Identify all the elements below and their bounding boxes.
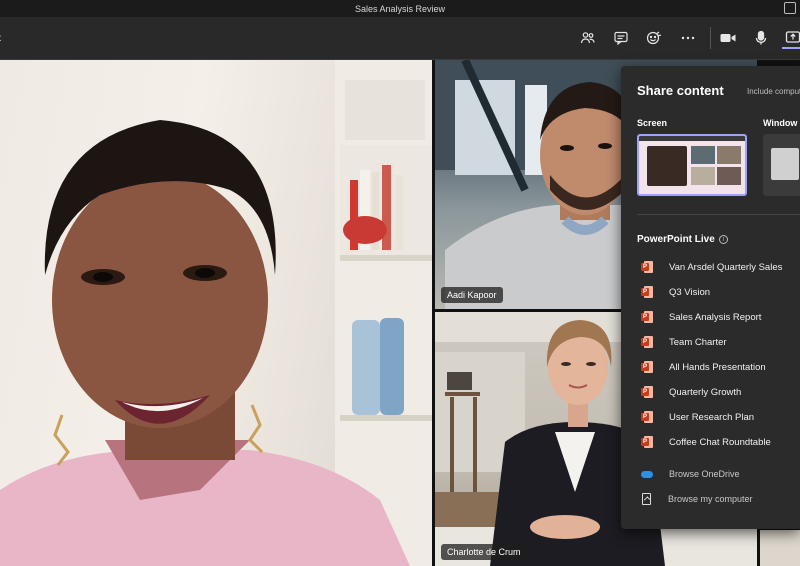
powerpoint-icon: P xyxy=(641,286,653,299)
powerpoint-live-text: PowerPoint Live xyxy=(637,234,715,245)
powerpoint-icon: P xyxy=(641,336,653,349)
powerpoint-file-item[interactable]: P Sales Analysis Report xyxy=(637,305,800,330)
browse-computer-label: Browse my computer xyxy=(668,494,753,504)
screen-thumbnail[interactable] xyxy=(637,134,747,196)
panel-divider xyxy=(637,214,800,215)
powerpoint-file-item[interactable]: P Van Arsdel Quarterly Sales xyxy=(637,255,800,280)
chat-icon[interactable] xyxy=(610,27,632,49)
powerpoint-file-name: User Research Plan xyxy=(669,412,755,423)
panel-title: Share content xyxy=(637,83,724,98)
powerpoint-file-name: Coffee Chat Roundtable xyxy=(669,437,771,448)
powerpoint-icon: P xyxy=(641,411,653,424)
powerpoint-file-item[interactable]: P Coffee Chat Roundtable xyxy=(637,430,800,455)
powerpoint-icon: P xyxy=(641,261,653,274)
reactions-icon[interactable] xyxy=(643,27,665,49)
browse-onedrive-label: Browse OneDrive xyxy=(669,469,740,479)
powerpoint-file-name: All Hands Presentation xyxy=(669,362,766,373)
powerpoint-file-name: Team Charter xyxy=(669,337,727,348)
video-tile-main[interactable] xyxy=(0,60,432,566)
title-bar: Sales Analysis Review xyxy=(0,0,800,17)
window-title: Sales Analysis Review xyxy=(354,3,446,14)
share-icon[interactable] xyxy=(782,27,800,49)
upload-file-icon xyxy=(642,493,651,505)
browse-computer-button[interactable]: Browse my computer xyxy=(637,489,800,509)
mic-icon[interactable] xyxy=(750,27,772,49)
onedrive-cloud-icon xyxy=(641,470,653,478)
powerpoint-file-list: P Van Arsdel Quarterly Sales P Q3 Vision… xyxy=(637,255,800,455)
info-icon[interactable]: i xyxy=(718,235,728,244)
toolbar-divider xyxy=(710,27,711,49)
participant-name-tag: Charlotte de Crum xyxy=(441,544,527,560)
powerpoint-icon: P xyxy=(641,386,653,399)
powerpoint-file-item[interactable]: P Team Charter xyxy=(637,330,800,355)
participant-name-tag: Aadi Kapoor xyxy=(441,287,503,303)
window-section-label: Window xyxy=(763,118,798,128)
camera-icon[interactable] xyxy=(717,27,739,49)
powerpoint-file-item[interactable]: P Q3 Vision xyxy=(637,280,800,305)
browse-onedrive-button[interactable]: Browse OneDrive xyxy=(637,464,800,484)
powerpoint-file-item[interactable]: P User Research Plan xyxy=(637,405,800,430)
powerpoint-file-name: Sales Analysis Report xyxy=(669,312,762,323)
participant-video-main xyxy=(0,60,432,566)
chevron-left-icon[interactable]: ‹ xyxy=(0,29,2,45)
powerpoint-icon: P xyxy=(641,311,653,324)
window-control-icon[interactable] xyxy=(784,2,796,14)
powerpoint-file-name: Q3 Vision xyxy=(669,287,711,298)
meeting-toolbar: ‹ xyxy=(0,17,800,60)
include-sound-toggle[interactable]: Include computer sound xyxy=(747,87,800,96)
powerpoint-file-name: Van Arsdel Quarterly Sales xyxy=(669,262,783,273)
people-icon[interactable] xyxy=(577,27,599,49)
screen-section-label: Screen xyxy=(637,118,668,128)
powerpoint-file-name: Quarterly Growth xyxy=(669,387,742,398)
window-thumbnail[interactable] xyxy=(763,134,800,196)
powerpoint-file-item[interactable]: P All Hands Presentation xyxy=(637,355,800,380)
powerpoint-live-label: PowerPoint Live i xyxy=(637,234,728,245)
powerpoint-file-item[interactable]: P Quarterly Growth xyxy=(637,380,800,405)
more-icon[interactable] xyxy=(677,27,699,49)
powerpoint-icon: P xyxy=(641,436,653,449)
share-content-panel: Share content Include computer sound Scr… xyxy=(621,66,800,529)
powerpoint-icon: P xyxy=(641,361,653,374)
video-tile-partial[interactable] xyxy=(760,530,800,566)
